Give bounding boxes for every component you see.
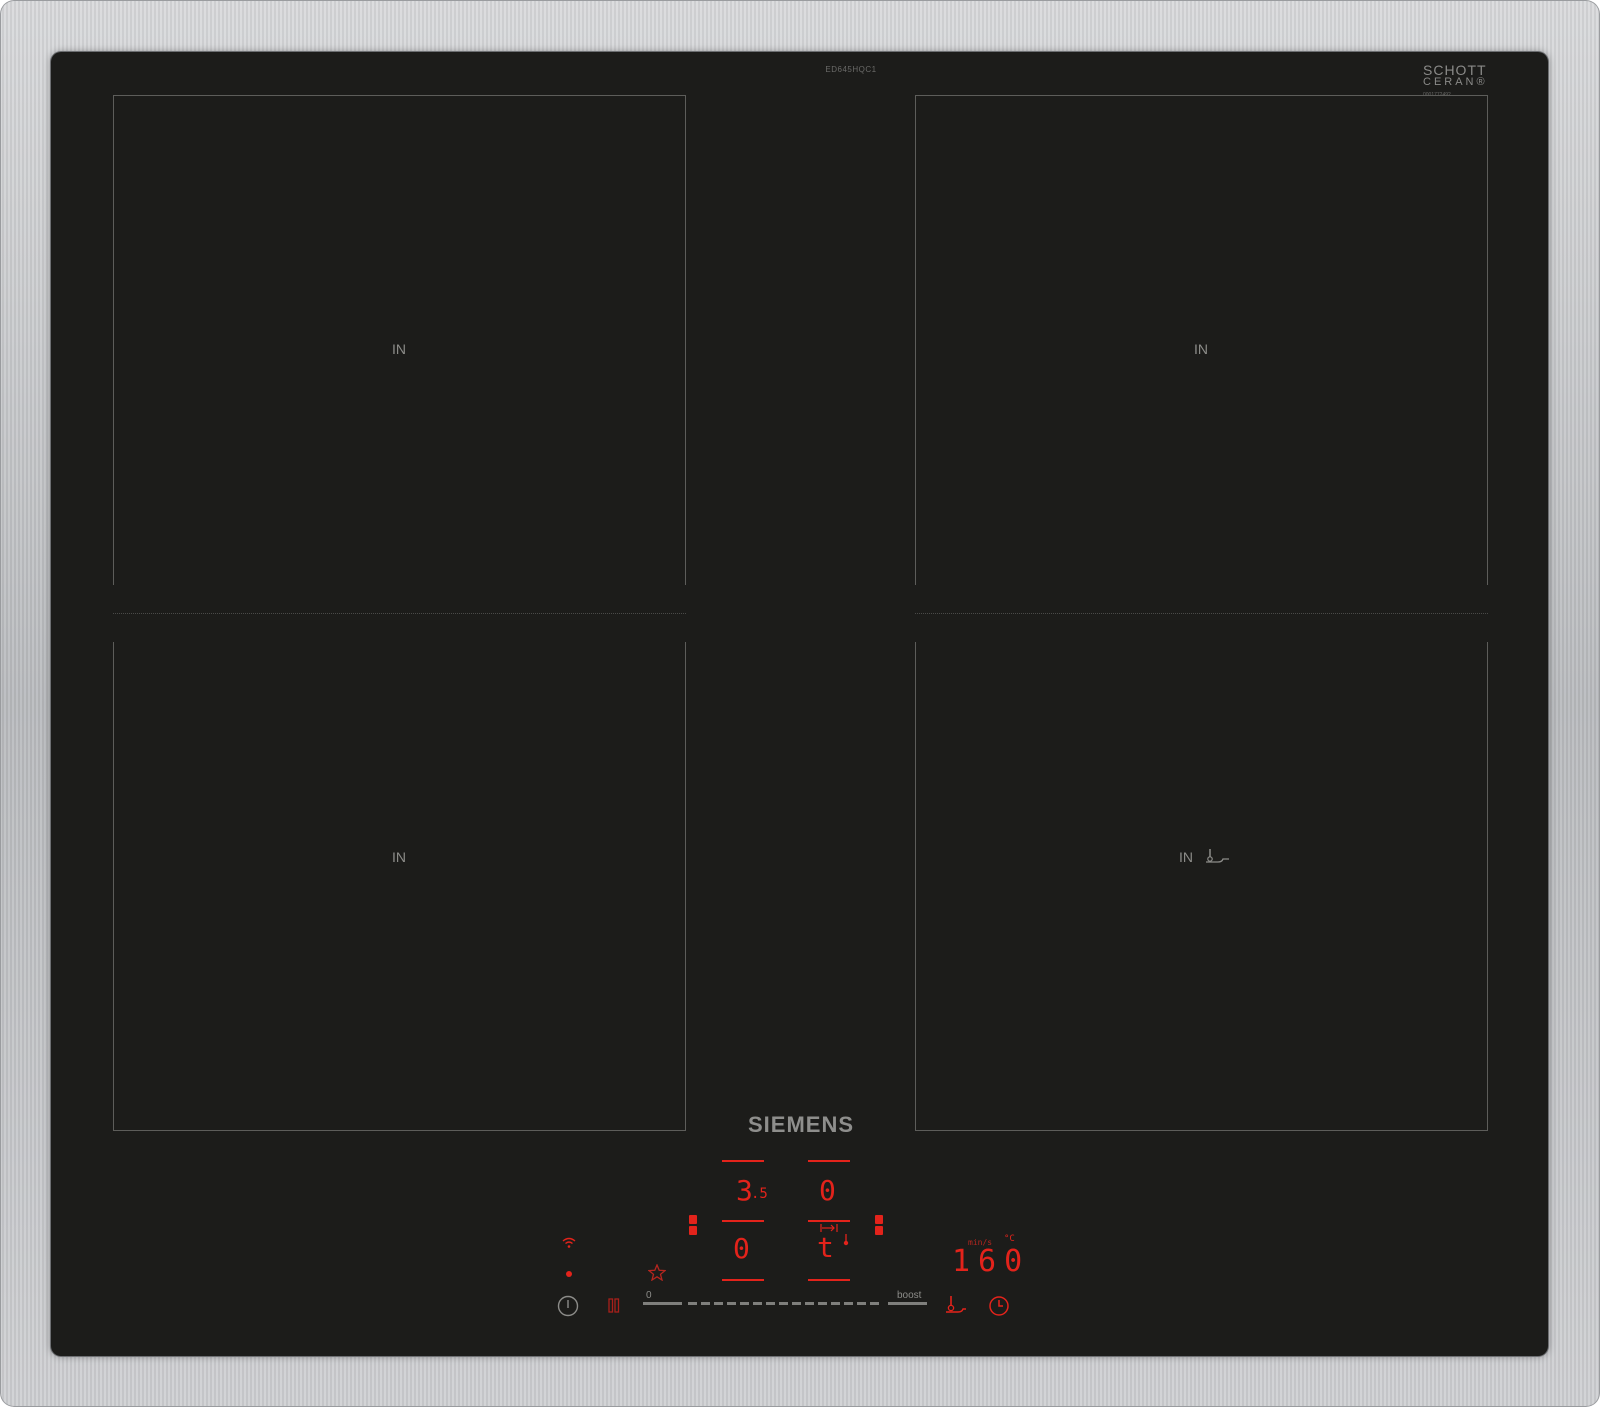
slider-segment bbox=[701, 1302, 710, 1305]
flex-zone-divider-left bbox=[113, 613, 686, 614]
cooking-zone-rear-left[interactable] bbox=[113, 95, 686, 585]
zone-level-front-right: t bbox=[817, 1231, 834, 1264]
slider-segment bbox=[779, 1302, 788, 1305]
slider-segment bbox=[805, 1302, 814, 1305]
slider-segment bbox=[643, 1302, 682, 1305]
slider-segment bbox=[792, 1302, 801, 1305]
slider-segment bbox=[857, 1302, 866, 1305]
zone-bar-front-left bbox=[722, 1279, 764, 1281]
zone-display-rear-left[interactable]: 3 .5 bbox=[731, 1174, 771, 1210]
zone-bar-rear-left bbox=[722, 1160, 764, 1162]
zone-display-front-left[interactable]: 0 bbox=[733, 1232, 763, 1268]
glass-brand-line1: SCHOTT bbox=[1423, 62, 1487, 78]
cooking-zone-front-left[interactable] bbox=[113, 642, 686, 1131]
slider-max-label: boost bbox=[897, 1290, 922, 1301]
slider-min-label: 0 bbox=[646, 1290, 652, 1301]
zone-bar-mid-left bbox=[722, 1220, 764, 1222]
cooking-zone-rear-right[interactable] bbox=[915, 95, 1488, 585]
slider-segment bbox=[844, 1302, 853, 1305]
model-number: ED645HQC1 bbox=[825, 65, 877, 74]
zone-select-right-icon[interactable] bbox=[874, 1214, 884, 1236]
slider-segment bbox=[753, 1302, 762, 1305]
slider-segment bbox=[740, 1302, 749, 1305]
clock-icon[interactable] bbox=[988, 1295, 1010, 1317]
slider-segment bbox=[818, 1302, 827, 1305]
temperature-unit: °C bbox=[1004, 1234, 1015, 1244]
zone-label-front-left: IN bbox=[392, 849, 406, 865]
glass-brand-line2: CERAN® bbox=[1423, 76, 1488, 88]
zone-level-rear-right: 0 bbox=[819, 1174, 836, 1207]
flex-zone-divider-right bbox=[915, 613, 1488, 614]
ceramic-glass-surface: ED645HQC1 SCHOTT CERAN® 0001772492 IN IN… bbox=[51, 52, 1548, 1356]
brand-logo: SIEMENS bbox=[747, 1112, 855, 1137]
slider-segment bbox=[870, 1302, 879, 1305]
pause-icon[interactable] bbox=[607, 1297, 621, 1315]
star-icon[interactable] bbox=[648, 1264, 666, 1281]
slider-segment bbox=[714, 1302, 723, 1305]
power-level-slider[interactable] bbox=[643, 1302, 927, 1308]
zone-bar-mid-right bbox=[808, 1220, 850, 1222]
zone-bar-front-right bbox=[808, 1279, 850, 1281]
power-status-dot bbox=[566, 1271, 572, 1277]
zone-level-rear-left-fraction: .5 bbox=[751, 1186, 768, 1202]
zone-label-rear-right: IN bbox=[1194, 341, 1208, 357]
zone-label-rear-left: IN bbox=[392, 341, 406, 357]
zone-level-front-left: 0 bbox=[733, 1232, 750, 1265]
frying-sensor-icon[interactable] bbox=[945, 1295, 967, 1315]
cooktop-frame: ED645HQC1 SCHOTT CERAN® 0001772492 IN IN… bbox=[0, 0, 1600, 1407]
zone-display-front-right[interactable]: t bbox=[815, 1224, 855, 1270]
wifi-icon[interactable] bbox=[562, 1237, 576, 1248]
temperature-value[interactable]: 160 bbox=[952, 1244, 1030, 1279]
thermometer-small-icon bbox=[843, 1234, 849, 1246]
slider-segment bbox=[831, 1302, 840, 1305]
cooking-zone-front-right[interactable] bbox=[915, 642, 1488, 1131]
glass-brand-logo: SCHOTT CERAN® 0001772492 bbox=[1423, 62, 1493, 98]
zone-select-left-icon[interactable] bbox=[688, 1214, 698, 1236]
zone-bar-rear-right bbox=[808, 1160, 850, 1162]
zone-display-rear-right[interactable]: 0 bbox=[819, 1174, 849, 1210]
slider-segment bbox=[727, 1302, 736, 1305]
slider-segment bbox=[766, 1302, 775, 1305]
zone-label-front-right: IN bbox=[1179, 849, 1193, 865]
frying-sensor-zone-icon bbox=[1206, 849, 1229, 863]
power-icon[interactable] bbox=[557, 1295, 579, 1317]
slider-segment bbox=[688, 1302, 697, 1305]
slider-segment-boost bbox=[888, 1302, 927, 1305]
